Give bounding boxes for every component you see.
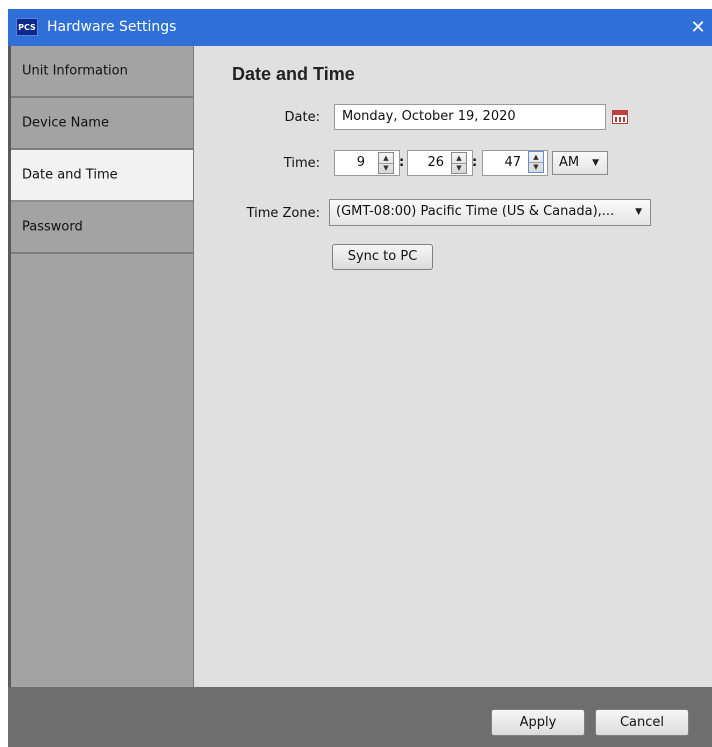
sync-to-pc-button[interactable]: Sync to PC xyxy=(332,244,433,270)
second-spinner[interactable]: ▲ ▼ xyxy=(528,151,544,173)
sidebar-item-unit-information[interactable]: Unit Information xyxy=(11,46,193,98)
sidebar: Unit Information Device Name Date and Ti… xyxy=(11,46,194,687)
apply-button[interactable]: Apply xyxy=(491,709,585,736)
sidebar-item-password[interactable]: Password xyxy=(11,202,193,254)
sidebar-item-label: Unit Information xyxy=(22,63,128,79)
time-separator: : xyxy=(399,155,405,170)
chevron-down-icon: ▼ xyxy=(635,207,642,217)
time-label: Time: xyxy=(283,156,320,171)
sidebar-item-date-and-time[interactable]: Date and Time xyxy=(11,150,193,202)
cancel-button[interactable]: Cancel xyxy=(595,709,689,736)
minute-value: 26 xyxy=(427,155,444,170)
sidebar-item-label: Device Name xyxy=(22,115,109,131)
sidebar-item-label: Date and Time xyxy=(22,167,118,183)
date-field[interactable]: Monday, October 19, 2020 xyxy=(334,104,606,130)
hardware-settings-window: PCS Hardware Settings ✕ Unit Information… xyxy=(0,0,712,747)
second-value: 47 xyxy=(504,155,521,170)
main-content: Date and Time Date: Monday, October 19, … xyxy=(194,46,712,687)
app-icon: PCS xyxy=(16,18,38,36)
timezone-label: Time Zone: xyxy=(246,206,320,221)
spinner-down-icon[interactable]: ▼ xyxy=(452,163,466,173)
chevron-down-icon: ▼ xyxy=(592,158,599,168)
section-title: Date and Time xyxy=(232,64,355,84)
date-label: Date: xyxy=(284,110,320,125)
calendar-icon[interactable] xyxy=(612,110,628,124)
spinner-down-icon[interactable]: ▼ xyxy=(529,162,543,172)
hour-value: 9 xyxy=(356,155,365,170)
ampm-value: AM xyxy=(559,155,580,170)
close-icon[interactable]: ✕ xyxy=(684,9,712,46)
timezone-select[interactable]: (GMT-08:00) Pacific Time (US & Canada),.… xyxy=(329,199,651,226)
sidebar-item-device-name[interactable]: Device Name xyxy=(11,98,193,150)
ampm-select[interactable]: AM ▼ xyxy=(552,151,608,175)
footer-bar: Apply Cancel xyxy=(8,687,712,747)
spinner-down-icon[interactable]: ▼ xyxy=(379,163,393,173)
title-bar: PCS Hardware Settings ✕ xyxy=(8,9,712,46)
sidebar-item-label: Password xyxy=(22,219,83,235)
hour-spinner[interactable]: ▲ ▼ xyxy=(378,152,394,174)
window-title: Hardware Settings xyxy=(47,19,177,35)
timezone-value: (GMT-08:00) Pacific Time (US & Canada),.… xyxy=(336,204,615,219)
minute-spinner[interactable]: ▲ ▼ xyxy=(451,152,467,174)
time-separator: : xyxy=(472,155,478,170)
